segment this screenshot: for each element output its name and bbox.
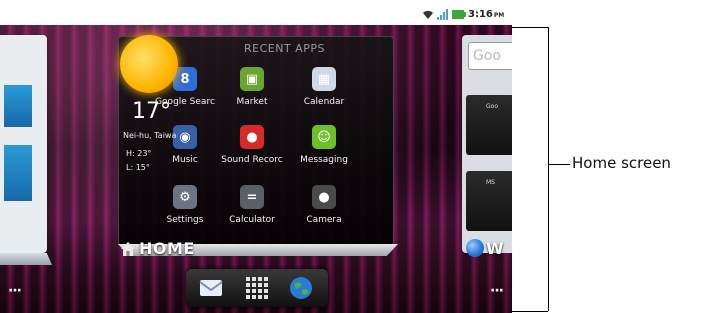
calculator-icon: = [240, 185, 264, 209]
globe-icon [466, 239, 484, 257]
messaging-icon: ☺ [312, 125, 336, 149]
home-screen: 3:16PM Goo Goo MS RECENT APPS 8 Google Se… [0, 7, 512, 313]
recent-app-messaging[interactable]: ☺ Messaging [289, 125, 359, 165]
settings-icon: ⚙ [173, 185, 197, 209]
recent-app-label: Market [236, 97, 268, 107]
signal-icon [437, 9, 449, 23]
recent-app-camera[interactable]: ● Camera [289, 185, 359, 225]
weather-location: Nei-hu, Taiwa [123, 131, 177, 140]
app-drawer-icon[interactable] [244, 275, 270, 301]
recent-apps-title: RECENT APPS [244, 42, 325, 55]
recent-app-calendar[interactable]: ▦ Calendar [289, 67, 359, 107]
right-widget: MS [466, 171, 512, 231]
left-shelf [0, 253, 52, 265]
recent-app-label: Messaging [300, 155, 348, 165]
left-widget-tile [4, 145, 32, 201]
left-screen-preview[interactable] [0, 35, 52, 265]
home-icon [120, 241, 136, 257]
dock [186, 269, 328, 307]
home-label: HOME [139, 239, 195, 258]
camera-icon: ● [312, 185, 336, 209]
sun-icon [120, 35, 178, 93]
recent-app-settings[interactable]: ⚙ Settings [150, 185, 220, 225]
calendar-icon: ▦ [312, 67, 336, 91]
recent-app-label: Sound Recorc [221, 155, 283, 165]
browser-icon[interactable] [288, 275, 314, 301]
recent-app-microphone[interactable]: ● Sound Recorc [217, 125, 287, 165]
market-icon: ▣ [240, 67, 264, 91]
right-screen-preview[interactable]: Goo Goo MS [462, 35, 512, 253]
mail-icon[interactable] [198, 275, 224, 301]
wifi-icon [422, 9, 434, 23]
callout-bracket-bottom [512, 311, 548, 312]
recent-app-calculator[interactable]: = Calculator [217, 185, 287, 225]
callout-label: Home screen [572, 154, 671, 172]
microphone-icon: ● [240, 125, 264, 149]
callout-pointer [548, 164, 570, 165]
left-widget-tile [4, 85, 32, 127]
status-bar: 3:16PM [0, 7, 512, 25]
recent-app-market[interactable]: ▣ Market [217, 67, 287, 107]
more-dots-left[interactable]: ··· [8, 283, 22, 299]
weather-high: H: 23° [126, 149, 152, 158]
screen-label-right: W [486, 239, 504, 258]
recent-app-label: Music [172, 155, 198, 165]
music-icon: ◉ [173, 125, 197, 149]
recent-app-label: Settings [166, 215, 204, 225]
clock: 3:16PM [468, 9, 505, 20]
battery-icon [452, 9, 466, 23]
weather-low: L: 15° [126, 163, 150, 172]
more-dots-right[interactable]: ··· [490, 283, 504, 299]
callout-bracket-vertical [548, 27, 549, 311]
recent-app-label: Calculator [229, 215, 275, 225]
weather-temperature: 17° [132, 99, 171, 124]
right-widget: Goo [466, 95, 512, 155]
callout-bracket-top [512, 27, 548, 28]
google-search-bar[interactable]: Goo [468, 42, 512, 70]
recent-app-label: Camera [306, 215, 342, 225]
recent-app-label: Calendar [303, 97, 345, 107]
